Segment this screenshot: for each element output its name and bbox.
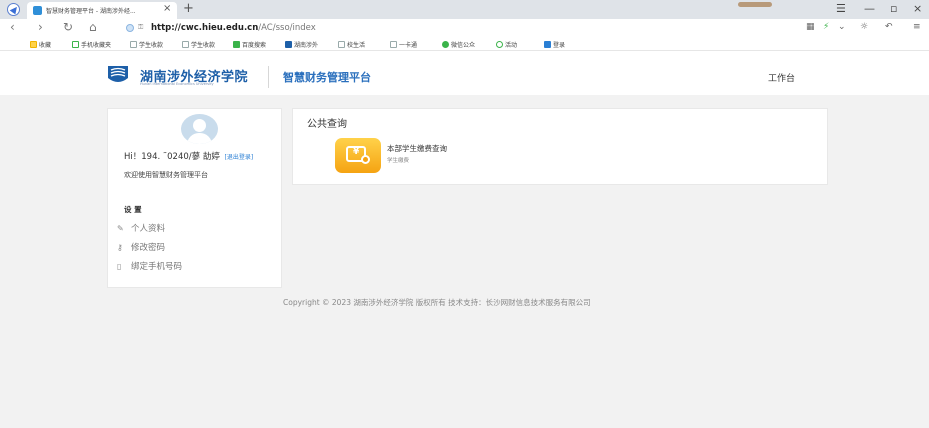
welcome-text: 欢迎使用智慧财务管理平台 <box>124 171 208 179</box>
page-icon <box>390 41 397 48</box>
new-tab-button[interactable]: + <box>183 1 194 16</box>
fee-query-title[interactable]: 本部学生缴费查询 <box>387 143 447 154</box>
page-icon <box>130 41 137 48</box>
minimize-icon[interactable]: — <box>864 2 875 15</box>
workbench-link[interactable]: 工作台 <box>768 71 795 84</box>
menu-item-change-password[interactable]: ⚷ 修改密码 <box>117 241 165 253</box>
public-query-card: 公共查询 本部学生缴费查询 学生缴费 <box>292 108 828 185</box>
gear-icon <box>496 41 503 48</box>
tab-ornament <box>738 2 772 7</box>
user-panel: Hi！194. ˜0240/蓼 劼婷 [退出登录] 欢迎使用智慧财务管理平台 设… <box>107 108 282 288</box>
site-header: 湖南涉外经济学院 Hunan International Economics U… <box>0 51 929 95</box>
fee-query-icon[interactable] <box>335 138 381 173</box>
url-field[interactable]: http://cwc.hieu.edu.cn/AC/sso/index <box>151 23 316 33</box>
menu-item-label: 个人资料 <box>131 224 166 234</box>
star-icon <box>30 41 37 48</box>
tab-favicon-icon <box>33 6 42 15</box>
more-menu-icon[interactable]: ≡ <box>913 22 921 32</box>
bookmark-item[interactable]: 手机收藏夹 <box>72 40 111 49</box>
magnifier-icon <box>361 155 370 164</box>
logout-link[interactable]: [退出登录] <box>225 154 254 161</box>
phone-icon: ▯ <box>117 262 122 271</box>
url-host: http://cwc.hieu.edu.cn <box>151 23 259 33</box>
login-icon <box>544 41 551 48</box>
wechat-icon <box>442 41 449 48</box>
address-bar: ‹ › ↻ ⌂ ⚿ http://cwc.hieu.edu.cn/AC/sso/… <box>0 19 929 37</box>
bookmark-label: 学生收款 <box>139 42 164 49</box>
mobile-icon <box>72 41 79 48</box>
menu-item-label: 修改密码 <box>131 243 166 253</box>
bookmark-label: 登录 <box>553 42 566 49</box>
bookmark-label: 一卡通 <box>399 42 418 49</box>
browser-logo-icon[interactable] <box>7 3 20 16</box>
chevron-down-icon[interactable]: ⌄ <box>838 22 846 32</box>
restore-icon[interactable]: ▫ <box>890 2 897 15</box>
back-icon[interactable]: ‹ <box>10 20 15 34</box>
home-icon[interactable]: ⌂ <box>89 20 97 34</box>
close-window-icon[interactable]: × <box>913 2 922 15</box>
footer-copyright: Copyright © 2023 湖南涉外经济学院 版权所有 技术支持：长沙网财… <box>283 298 591 307</box>
settings-icon[interactable]: ☼ <box>860 22 868 32</box>
school-english-name: Hunan International Economics University <box>140 82 214 86</box>
tab-title: 智慧财务管理平台 - 湖南涉外经... <box>46 8 136 15</box>
bookmarks-bar: 收藏 手机收藏夹 学生收款 学生收款 百度搜索 湖南涉外 校生活 一卡通 微信公… <box>0 37 929 51</box>
bookmark-item[interactable]: 学生收款 <box>130 40 163 49</box>
tab-close-icon[interactable]: × <box>163 3 171 14</box>
avatar <box>181 114 218 144</box>
grid-icon[interactable]: ▦ <box>806 22 815 32</box>
bookmark-label: 学生收款 <box>191 42 216 49</box>
site-favicon-icon <box>126 24 134 32</box>
edit-icon: ✎ <box>117 224 124 233</box>
reload-icon[interactable]: ↻ <box>63 20 73 34</box>
platform-name: 智慧财务管理平台 <box>283 71 371 84</box>
lightning-icon[interactable]: ⚡ <box>823 22 829 32</box>
fee-query-subtitle: 学生缴费 <box>387 158 410 164</box>
security-icon[interactable]: ⚿ <box>138 23 143 32</box>
user-greeting: Hi！194. ˜0240/蓼 劼婷 [退出登录] <box>124 150 253 162</box>
menu-item-label: 绑定手机号码 <box>131 262 183 272</box>
bookmark-item[interactable]: 一卡通 <box>390 40 417 49</box>
menu-item-bind-phone[interactable]: ▯ 绑定手机号码 <box>117 260 182 272</box>
menu-icon[interactable]: ☰ <box>836 2 846 15</box>
avatar-head <box>193 119 206 132</box>
bookmark-label: 百度搜索 <box>242 42 267 49</box>
bookmark-label: 湖南涉外 <box>294 42 319 49</box>
bookmark-item[interactable]: 湖南涉外 <box>285 40 318 49</box>
bookmark-label: 校生活 <box>347 42 366 49</box>
key-icon: ⚷ <box>117 243 123 252</box>
bookmark-item[interactable]: 百度搜索 <box>233 40 266 49</box>
header-divider <box>268 66 269 88</box>
url-path: /AC/sso/index <box>258 23 316 33</box>
bookmark-item[interactable]: 收藏 <box>30 40 51 49</box>
browser-tab[interactable]: 智慧财务管理平台 - 湖南涉外经... × <box>27 2 177 19</box>
card-title: 公共查询 <box>307 119 347 130</box>
bookmark-item[interactable]: 校生活 <box>338 40 365 49</box>
avatar-body <box>187 133 212 144</box>
bookmark-label: 收藏 <box>39 42 52 49</box>
browser-tabbar: 智慧财务管理平台 - 湖南涉外经... × + ☰ — ▫ × <box>0 0 929 19</box>
undo-icon[interactable]: ↶ <box>885 22 893 32</box>
page-icon <box>338 41 345 48</box>
page-icon <box>182 41 189 48</box>
bookmark-label: 活动 <box>505 42 518 49</box>
forward-icon[interactable]: › <box>38 20 43 34</box>
bookmark-label: 手机收藏夹 <box>81 42 112 49</box>
bookmark-label: 微信公众 <box>451 42 476 49</box>
shield-icon <box>233 41 240 48</box>
bookmark-item[interactable]: 微信公众 <box>442 40 475 49</box>
bookmark-item[interactable]: 活动 <box>496 40 517 49</box>
menu-item-profile[interactable]: ✎ 个人资料 <box>117 222 165 234</box>
bookmark-item[interactable]: 学生收款 <box>182 40 215 49</box>
school-logo-icon[interactable] <box>106 64 130 84</box>
school-icon <box>285 41 292 48</box>
greeting-text: Hi！194. ˜0240/蓼 劼婷 <box>124 152 220 162</box>
settings-title: 设 置 <box>124 205 142 214</box>
bookmark-item[interactable]: 登录 <box>544 40 565 49</box>
